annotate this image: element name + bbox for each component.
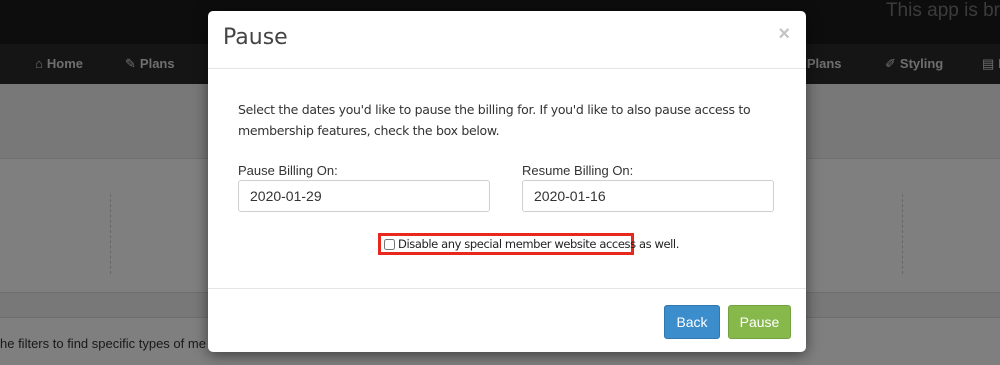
back-button[interactable]: Back xyxy=(664,305,720,339)
disable-access-checkbox[interactable] xyxy=(384,238,395,250)
resume-billing-input[interactable] xyxy=(522,180,774,212)
disable-access-label[interactable]: Disable any special member website acces… xyxy=(398,237,679,251)
intro-text: Select the dates you'd like to pause the… xyxy=(238,102,751,138)
modal-header: Pause × xyxy=(208,11,806,69)
pause-billing-label: Pause Billing On: xyxy=(238,163,338,178)
modal-footer: Back Pause xyxy=(208,288,806,353)
resume-billing-label: Resume Billing On: xyxy=(522,163,634,178)
disable-access-option[interactable]: Disable any special member website acces… xyxy=(384,236,679,252)
modal-title: Pause xyxy=(223,25,288,50)
pause-button[interactable]: Pause xyxy=(728,305,791,339)
close-icon[interactable]: × xyxy=(778,23,790,46)
modal-body: Select the dates you'd like to pause the… xyxy=(208,69,806,287)
pause-billing-input[interactable] xyxy=(238,180,490,212)
pause-dialog: Pause × Select the dates you'd like to p… xyxy=(208,11,806,352)
